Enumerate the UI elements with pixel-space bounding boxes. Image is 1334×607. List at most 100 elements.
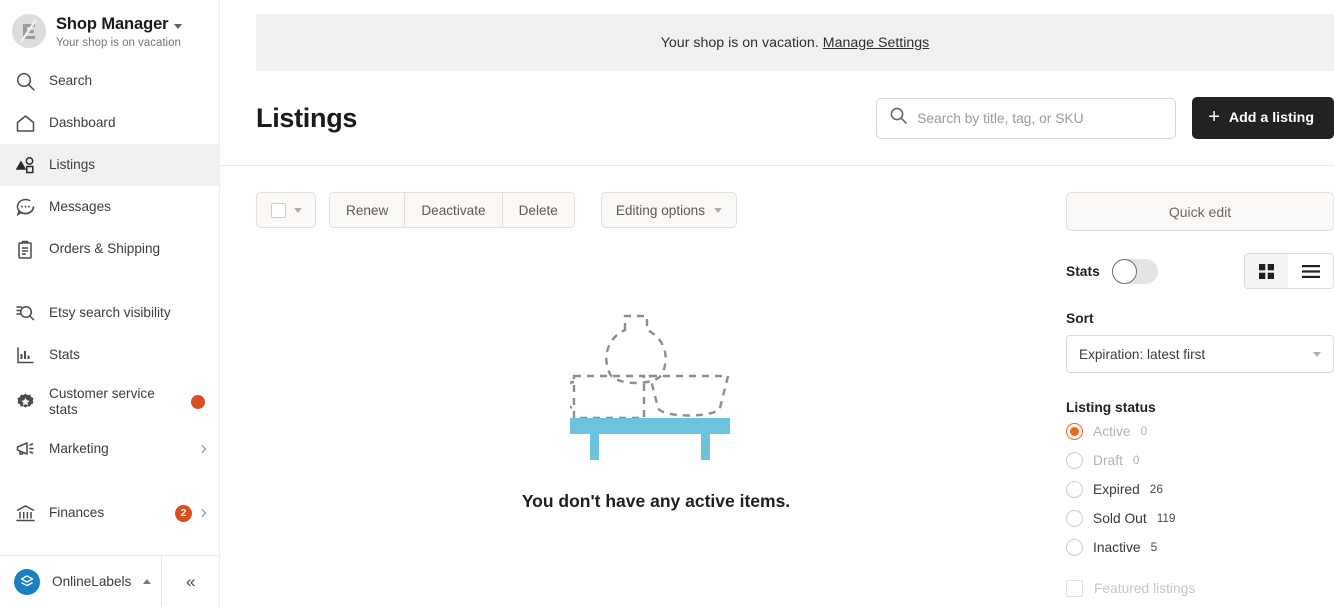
- shop-subtitle: Your shop is on vacation: [56, 37, 181, 49]
- status-option-expired[interactable]: Expired 26: [1066, 476, 1334, 502]
- listings-toolbar: Renew Deactivate Delete Editing options: [256, 192, 1066, 228]
- sort-select[interactable]: Expiration: latest first: [1066, 335, 1334, 373]
- stats-toggle[interactable]: [1111, 258, 1158, 284]
- sidebar-item-label: Messages: [49, 199, 111, 214]
- manage-settings-link[interactable]: Manage Settings: [823, 35, 929, 51]
- listings-icon: [14, 154, 36, 176]
- renew-button[interactable]: Renew: [330, 193, 406, 227]
- search-input[interactable]: [917, 110, 1164, 126]
- shop-header[interactable]: Shop Manager Your shop is on vacation: [0, 6, 219, 60]
- clipboard-icon: [14, 238, 36, 260]
- sidebar-item-label: Marketing: [49, 441, 109, 456]
- sidebar-item-listings[interactable]: Listings: [0, 144, 219, 186]
- chevron-down-icon: [714, 207, 723, 213]
- search-icon: [889, 106, 908, 130]
- status-option-active[interactable]: Active 0: [1066, 418, 1334, 444]
- grid-icon: [1259, 263, 1274, 279]
- sidebar-item-label: Customer service stats: [49, 386, 155, 417]
- page-title: Listings: [256, 102, 358, 133]
- sidebar-item-finances[interactable]: Finances 2: [0, 492, 219, 534]
- sidebar-scroll-area: Shop Manager Your shop is on vacation Se…: [0, 0, 219, 555]
- search-stats-icon: [14, 302, 36, 324]
- sidebar-item-label: Stats: [49, 347, 80, 362]
- radio-icon[interactable]: [1066, 538, 1083, 556]
- select-all-checkbox[interactable]: [270, 202, 286, 218]
- sidebar-item-messages[interactable]: Messages: [0, 186, 219, 228]
- bar-chart-icon: [14, 344, 36, 366]
- filters-panel: Quick edit Stats Sort Expiration: latest…: [1066, 192, 1334, 597]
- star-badge-icon: [14, 391, 36, 413]
- collapse-sidebar-button[interactable]: «: [161, 556, 219, 607]
- radio-icon[interactable]: [1066, 480, 1083, 498]
- sidebar-separator: [0, 270, 219, 292]
- sidebar-footer: OnlineLabels «: [0, 555, 219, 607]
- chevron-down-icon: [293, 207, 302, 213]
- content-area: Renew Deactivate Delete Editing options: [256, 166, 1334, 597]
- chevron-down-icon: [1313, 351, 1321, 357]
- status-label: Sold Out: [1093, 510, 1147, 526]
- status-count: 26: [1149, 482, 1163, 496]
- sidebar-item-etsy-search-visibility[interactable]: Etsy search visibility: [0, 292, 219, 334]
- main-content: Your shop is on vacation. Manage Setting…: [220, 0, 1334, 607]
- sidebar-item-indicators: [197, 444, 207, 454]
- listings-column: Renew Deactivate Delete Editing options: [256, 192, 1066, 597]
- shop-switcher-label: OnlineLabels: [52, 574, 132, 589]
- radio-icon[interactable]: [1066, 422, 1083, 440]
- sidebar-item-customer-service-stats[interactable]: Customer service stats: [0, 376, 219, 428]
- sidebar-item-label: Finances: [49, 505, 105, 520]
- status-option-sold-out[interactable]: Sold Out 119: [1066, 505, 1334, 531]
- sidebar-item-stats[interactable]: Stats: [0, 334, 219, 376]
- home-icon: [14, 112, 36, 134]
- radio-icon[interactable]: [1066, 451, 1083, 469]
- shop-title: Shop Manager: [56, 15, 169, 33]
- page-header: Listings + Add a listing: [256, 71, 1334, 165]
- radio-icon[interactable]: [1066, 509, 1083, 527]
- onlinelabels-logo-icon: [14, 568, 40, 595]
- empty-state: You don't have any active items.: [256, 228, 1056, 512]
- status-option-inactive[interactable]: Inactive 5: [1066, 534, 1334, 560]
- listing-search-box[interactable]: [876, 97, 1177, 139]
- status-label: Active: [1093, 423, 1131, 439]
- featured-listings-label: Featured listings: [1094, 581, 1196, 596]
- delete-button[interactable]: Delete: [502, 193, 574, 227]
- status-option-draft[interactable]: Draft 0: [1066, 447, 1334, 473]
- empty-state-illustration: [563, 300, 742, 474]
- bulk-action-group: Renew Deactivate Delete: [329, 192, 575, 228]
- shop-switcher[interactable]: OnlineLabels: [0, 556, 161, 607]
- sidebar-item-indicators: 2: [175, 504, 207, 522]
- stats-toggle-knob: [1111, 258, 1137, 284]
- deactivate-button[interactable]: Deactivate: [405, 193, 503, 227]
- editing-options-label: Editing options: [615, 202, 706, 218]
- shop-meta: Shop Manager Your shop is on vacation: [56, 14, 183, 50]
- sidebar-item-orders-shipping[interactable]: Orders & Shipping: [0, 228, 219, 270]
- featured-listings-checkbox[interactable]: [1066, 580, 1083, 597]
- select-all-dropdown[interactable]: [256, 192, 316, 228]
- add-listing-label: Add a listing: [1228, 110, 1314, 126]
- stats-label: Stats: [1066, 263, 1100, 279]
- view-toggle-group: [1244, 253, 1334, 289]
- search-icon: [14, 70, 36, 92]
- sidebar-item-marketing[interactable]: Marketing: [0, 428, 219, 470]
- add-listing-button[interactable]: + Add a listing: [1192, 97, 1334, 139]
- quick-edit-button[interactable]: Quick edit: [1066, 192, 1334, 231]
- chevron-down-icon[interactable]: [174, 23, 183, 29]
- featured-listings-option[interactable]: Featured listings: [1066, 580, 1334, 597]
- app-root: Shop Manager Your shop is on vacation Se…: [0, 0, 1334, 607]
- sidebar-item-label: Dashboard: [49, 115, 116, 130]
- status-count: 119: [1156, 511, 1176, 525]
- stats-row: Stats: [1066, 253, 1334, 289]
- sidebar-item-label: Etsy search visibility: [49, 305, 171, 320]
- grid-view-button[interactable]: [1245, 254, 1289, 288]
- message-icon: [14, 196, 36, 218]
- list-view-button[interactable]: [1288, 254, 1333, 288]
- notification-dot-icon: [191, 395, 205, 409]
- sidebar-item-label: Listings: [49, 157, 96, 172]
- sidebar-item-label: Search: [49, 73, 93, 88]
- editing-options-dropdown[interactable]: Editing options: [600, 192, 738, 228]
- sidebar-item-search[interactable]: Search: [0, 60, 219, 102]
- status-label: Expired: [1093, 481, 1140, 497]
- status-label: Draft: [1093, 452, 1123, 468]
- sort-selected-value: Expiration: latest first: [1079, 346, 1206, 362]
- bank-icon: [14, 502, 36, 524]
- sidebar-item-dashboard[interactable]: Dashboard: [0, 102, 219, 144]
